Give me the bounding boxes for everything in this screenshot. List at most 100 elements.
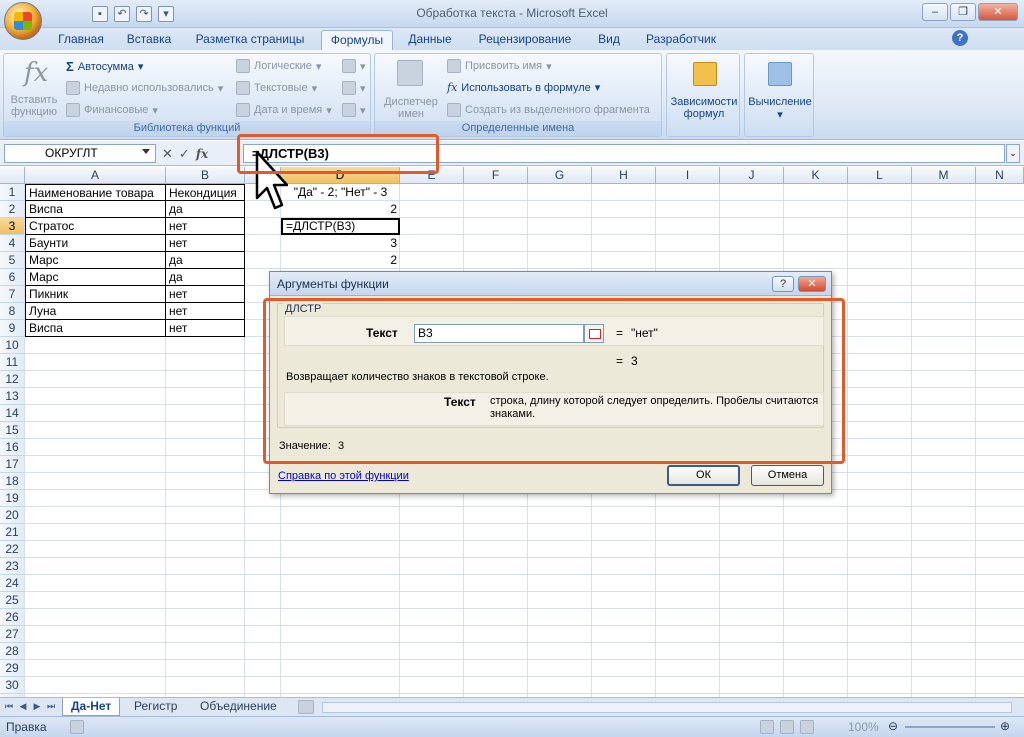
minimize-icon[interactable]: – xyxy=(922,3,948,21)
row-header-28[interactable]: 28 xyxy=(0,643,25,660)
tab-developer[interactable]: Разработчик xyxy=(637,30,725,50)
cell-d4[interactable]: 3 xyxy=(281,235,400,252)
autosum-button[interactable]: Σ Автосумма ▾ xyxy=(66,59,143,74)
use-in-formula-button[interactable]: fx Использовать в формуле ▾ xyxy=(447,81,600,94)
math-button[interactable]: ▾ xyxy=(342,81,366,95)
datetime-button[interactable]: Дата и время ▾ xyxy=(236,103,332,117)
row-header-25[interactable]: 25 xyxy=(0,592,25,609)
cell-d2[interactable]: 2 xyxy=(281,201,400,218)
cell-a4[interactable]: Баунти xyxy=(25,235,166,252)
zoom-level[interactable]: 100% xyxy=(848,720,879,734)
row-header-24[interactable]: 24 xyxy=(0,575,25,592)
sheet-tab-register[interactable]: Регистр xyxy=(126,698,185,716)
row-header-22[interactable]: 22 xyxy=(0,541,25,558)
cell-a8[interactable]: Луна xyxy=(25,303,166,320)
insert-function-fx-icon[interactable]: fx xyxy=(196,147,208,161)
office-button[interactable] xyxy=(4,2,42,40)
recent-functions-button[interactable]: Недавно использовались ▾ xyxy=(66,81,223,95)
tab-review[interactable]: Рецензирование xyxy=(468,30,582,50)
tab-page-layout[interactable]: Разметка страницы xyxy=(188,30,312,50)
row-header-19[interactable]: 19 xyxy=(0,490,25,507)
cancel-button[interactable]: Отмена xyxy=(751,465,824,486)
insert-function-icon[interactable]: fx xyxy=(24,58,48,88)
page-layout-view-icon[interactable] xyxy=(780,720,794,734)
cancel-formula-icon[interactable]: ✕ xyxy=(162,146,173,162)
row-header-16[interactable]: 16 xyxy=(0,439,25,456)
cell-b2[interactable]: да xyxy=(166,201,245,218)
sheet-tab-union[interactable]: Объединение xyxy=(192,698,285,716)
cell-b1[interactable]: Некондиция xyxy=(166,184,245,201)
insert-sheet-icon[interactable] xyxy=(298,700,314,714)
help-icon[interactable]: ? xyxy=(952,30,968,46)
name-manager-button[interactable]: Диспетчер имен xyxy=(378,96,444,120)
row-header-30[interactable]: 30 xyxy=(0,677,25,694)
tab-insert[interactable]: Вставка xyxy=(118,30,180,50)
chevron-down-icon[interactable] xyxy=(142,149,150,154)
row-header-20[interactable]: 20 xyxy=(0,507,25,524)
cell-b8[interactable]: нет xyxy=(166,303,245,320)
ok-button[interactable]: ОК xyxy=(667,465,740,486)
create-from-selection-button[interactable]: Создать из выделенного фрагмента xyxy=(447,103,650,117)
dependencies-button[interactable]: Зависимости формул xyxy=(667,96,741,120)
logical-button[interactable]: Логические ▾ xyxy=(236,59,321,73)
col-header-l[interactable]: L xyxy=(848,167,912,184)
insert-function-button[interactable]: Вставить функцию xyxy=(7,94,61,118)
cell-b5[interactable]: да xyxy=(166,252,245,269)
col-header-i[interactable]: I xyxy=(656,167,720,184)
zoom-slider[interactable] xyxy=(905,726,995,728)
col-header-n[interactable]: N xyxy=(976,167,1024,184)
text-functions-button[interactable]: Текстовые ▾ xyxy=(236,81,317,95)
tab-home[interactable]: Главная xyxy=(52,30,110,50)
cell-b6[interactable]: да xyxy=(166,269,245,286)
zoom-in-icon[interactable]: ⊕ xyxy=(1000,719,1010,733)
select-all-corner[interactable] xyxy=(0,167,25,184)
col-header-g[interactable]: G xyxy=(528,167,592,184)
cell-b3[interactable]: нет xyxy=(166,218,245,235)
row-header-12[interactable]: 12 xyxy=(0,371,25,388)
page-break-view-icon[interactable] xyxy=(800,720,814,734)
cell-b4[interactable]: нет xyxy=(166,235,245,252)
cell-a9[interactable]: Виспа xyxy=(25,320,166,337)
tab-formulas[interactable]: Формулы xyxy=(321,30,393,50)
tab-view[interactable]: Вид xyxy=(590,30,628,50)
row-header-29[interactable]: 29 xyxy=(0,660,25,677)
calculation-button[interactable]: Вычисление xyxy=(745,96,815,108)
row-header-14[interactable]: 14 xyxy=(0,405,25,422)
col-header-k[interactable]: K xyxy=(784,167,848,184)
col-header-h[interactable]: H xyxy=(592,167,656,184)
sheet-tab-da-net[interactable]: Да-Нет xyxy=(62,698,121,716)
calculator-icon[interactable] xyxy=(768,62,792,86)
cell-a6[interactable]: Марс xyxy=(25,269,166,286)
col-header-f[interactable]: F xyxy=(464,167,528,184)
cell-d5[interactable]: 2 xyxy=(281,252,400,269)
cell-d3-active[interactable]: =ДЛСТР(B3) xyxy=(281,218,400,235)
row-header-26[interactable]: 26 xyxy=(0,609,25,626)
next-sheet-icon[interactable]: ▶ xyxy=(32,701,42,713)
first-sheet-icon[interactable]: ⏮ xyxy=(4,701,14,713)
cell-a7[interactable]: Пикник xyxy=(25,286,166,303)
col-header-b[interactable]: B xyxy=(166,167,245,184)
row-header-18[interactable]: 18 xyxy=(0,473,25,490)
row-header-17[interactable]: 17 xyxy=(0,456,25,473)
dialog-close-button[interactable]: ✕ xyxy=(798,276,826,292)
last-sheet-icon[interactable]: ⏭ xyxy=(46,701,56,713)
define-name-button[interactable]: Присвоить имя ▾ xyxy=(447,59,552,73)
name-box[interactable]: ОКРУГЛТ xyxy=(4,144,156,163)
row-header-13[interactable]: 13 xyxy=(0,388,25,405)
tab-data[interactable]: Данные xyxy=(401,30,459,50)
close-icon[interactable]: ✕ xyxy=(978,3,1018,21)
cell-a1[interactable]: Наименование товара xyxy=(25,184,166,201)
cell-a2[interactable]: Виспа xyxy=(25,201,166,218)
row-header-27[interactable]: 27 xyxy=(0,626,25,643)
prev-sheet-icon[interactable]: ◀ xyxy=(18,701,28,713)
zoom-out-icon[interactable]: ⊖ xyxy=(888,719,898,733)
confirm-formula-icon[interactable]: ✓ xyxy=(179,146,190,162)
cell-b7[interactable]: нет xyxy=(166,286,245,303)
cell-b9[interactable]: нет xyxy=(166,320,245,337)
restore-icon[interactable]: ❐ xyxy=(950,3,976,21)
calculation-dropdown-icon[interactable]: ▾ xyxy=(745,109,815,121)
row-header-21[interactable]: 21 xyxy=(0,524,25,541)
dependencies-icon[interactable] xyxy=(693,62,717,86)
normal-view-icon[interactable] xyxy=(760,720,774,734)
horizontal-scrollbar[interactable] xyxy=(322,702,1012,713)
